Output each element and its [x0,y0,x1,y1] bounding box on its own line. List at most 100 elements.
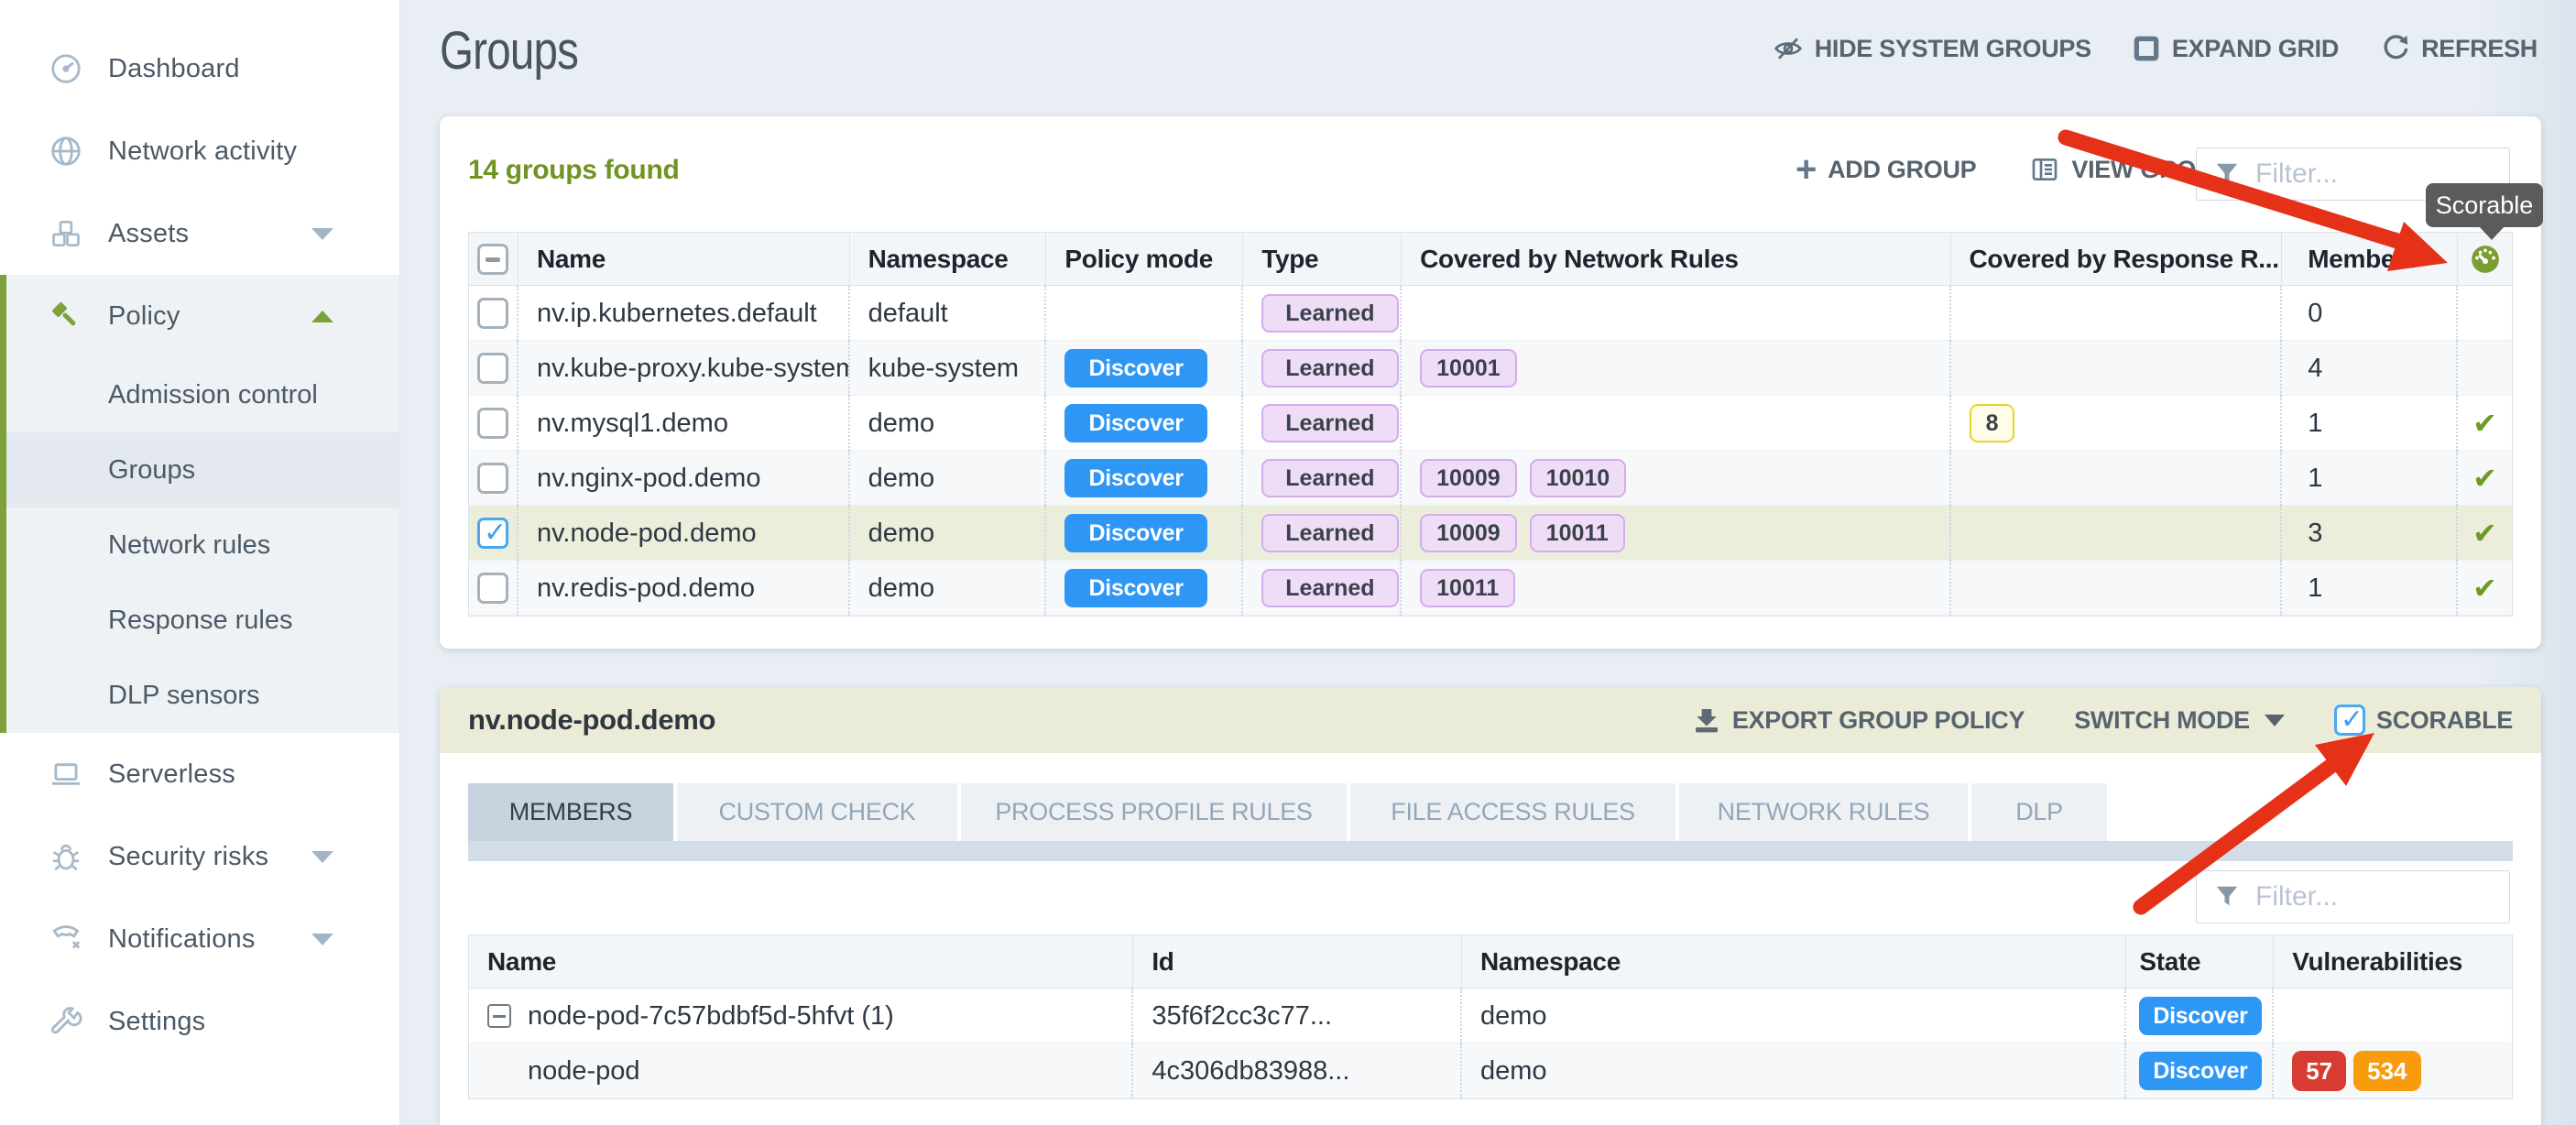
column-header-member-name[interactable]: Name [469,935,1133,988]
export-icon [1692,705,1721,735]
switch-mode-button[interactable]: SWITCH MODE [2074,706,2285,735]
sidebar-item-response-rules[interactable]: Response rules [0,583,399,658]
dashboard-icon [46,50,86,87]
members-table: Name Id Namespace State Vulnerabilities … [468,934,2513,1099]
scorable-toggle[interactable]: SCORABLE [2334,704,2513,736]
bug-icon [46,838,86,875]
column-header-name[interactable]: Name [518,233,850,285]
type-badge: Learned [1261,294,1398,333]
type-badge: Learned [1261,514,1398,552]
column-header-policy-mode[interactable]: Policy mode [1046,233,1243,285]
network-rule-badge: 10011 [1420,569,1515,607]
group-detail-header: nv.node-pod.demo EXPORT GROUP POLICY SWI… [440,687,2541,753]
groups-table: Name Namespace Policy mode Type Covered … [468,232,2513,617]
export-group-policy-button[interactable]: EXPORT GROUP POLICY [1692,705,2025,735]
column-header-member-namespace[interactable]: Namespace [1462,935,2126,988]
group-detail-panel: nv.node-pod.demo EXPORT GROUP POLICY SWI… [440,687,2541,1125]
group-row[interactable]: nv.nginx-pod.demo demo Discover Learned … [469,451,2512,506]
type-badge: Learned [1261,349,1398,388]
phone-icon [46,921,86,957]
column-header-member-id[interactable]: Id [1133,935,1462,988]
tab-members[interactable]: MEMBERS [468,783,673,841]
column-header-namespace[interactable]: Namespace [850,233,1047,285]
members-filter-input[interactable] [2255,881,2466,912]
group-row[interactable]: nv.mysql1.demo demo Discover Learned 8 1 [469,396,2512,451]
group-row[interactable]: nv.ip.kubernetes.default default Learned… [469,286,2512,341]
tab-custom-check[interactable]: CUSTOM CHECK [677,783,957,841]
row-checkbox[interactable] [477,408,508,439]
type-badge: Learned [1261,404,1398,442]
column-header-network-rules[interactable]: Covered by Network Rules [1402,233,1950,285]
network-rule-badge: 10009 [1420,459,1517,497]
column-header-vulnerabilities[interactable]: Vulnerabilities [2274,935,2512,988]
expand-grid-icon [2132,34,2161,63]
scorable-checkbox[interactable] [2334,704,2365,736]
row-checkbox-checked[interactable] [477,518,508,549]
sidebar-item-admission-control[interactable]: Admission control [0,357,399,432]
sidebar-item-label: Serverless [108,759,235,790]
vulnerability-badge-high[interactable]: 57 [2292,1051,2346,1091]
groups-table-body: nv.ip.kubernetes.default default Learned… [469,286,2512,616]
sidebar-item-network-rules[interactable]: Network rules [0,508,399,583]
hide-system-groups-button[interactable]: HIDE SYSTEM GROUPS [1773,34,2091,63]
sidebar-section-policy: Policy Admission control Groups Network … [0,275,399,733]
sidebar-item-serverless[interactable]: Serverless [0,733,399,815]
groups-actions: + ADD GROUP VIEW GROUP [1796,155,2230,184]
sidebar-item-label: Network activity [108,137,297,167]
sidebar-item-label: Settings [108,1007,205,1037]
scorable-check-icon [2472,571,2497,606]
member-row[interactable]: node-pod-7c57bdbf5d-5hfvt (1) 35f6f2cc3c… [469,988,2512,1043]
sidebar-item-label: Dashboard [108,54,240,84]
sidebar-item-policy[interactable]: Policy [0,275,399,357]
group-row-selected[interactable]: nv.node-pod.demo demo Discover Learned 1… [469,506,2512,561]
tab-network-rules[interactable]: NETWORK RULES [1679,783,1968,841]
chevron-down-icon [311,934,333,945]
row-checkbox[interactable] [477,298,508,329]
collapse-row-icon[interactable] [487,1004,511,1028]
select-all-checkbox[interactable] [477,244,508,275]
column-header-scorable[interactable] [2458,233,2512,285]
policy-mode-badge[interactable]: Discover [1064,404,1206,442]
tab-process-profile-rules[interactable]: PROCESS PROFILE RULES [961,783,1347,841]
row-checkbox[interactable] [477,353,508,384]
column-header-type[interactable]: Type [1243,233,1402,285]
cubes-icon [46,215,86,252]
members-filter [2196,870,2510,923]
policy-mode-badge[interactable]: Discover [1064,349,1206,388]
sidebar-item-security-risks[interactable]: Security risks [0,815,399,898]
group-row[interactable]: nv.redis-pod.demo demo Discover Learned … [469,561,2512,616]
member-row[interactable]: node-pod 4c306db83988... demo Discover 5… [469,1043,2512,1098]
row-checkbox[interactable] [477,573,508,604]
wrench-icon [46,1003,86,1040]
refresh-button[interactable]: REFRESH [2379,33,2538,64]
sidebar-item-assets[interactable]: Assets [0,192,399,275]
sidebar-item-groups[interactable]: Groups [0,432,399,508]
group-row[interactable]: nv.kube-proxy.kube-system kube-system Di… [469,341,2512,396]
add-group-button[interactable]: + ADD GROUP [1796,156,1976,184]
column-header-member-state[interactable]: State [2126,935,2274,988]
type-badge: Learned [1261,569,1398,607]
sidebar-item-notifications[interactable]: Notifications [0,898,399,980]
sidebar-item-network-activity[interactable]: Network activity [0,110,399,192]
network-rule-badge: 10009 [1420,514,1517,552]
sidebar-item-dashboard[interactable]: Dashboard [0,27,399,110]
sidebar-item-dlp-sensors[interactable]: DLP sensors [0,658,399,733]
row-checkbox[interactable] [477,463,508,494]
policy-mode-badge[interactable]: Discover [1064,569,1206,607]
sidebar-item-settings[interactable]: Settings [0,980,399,1063]
eye-off-icon [1773,34,1804,63]
chevron-down-icon [311,228,333,240]
policy-mode-badge[interactable]: Discover [1064,459,1206,497]
view-group-icon [2029,155,2060,184]
vulnerability-badge-medium[interactable]: 534 [2353,1051,2420,1091]
column-header-response-rules[interactable]: Covered by Response R... [1951,233,2283,285]
expand-grid-button[interactable]: EXPAND GRID [2132,34,2339,63]
column-header-members[interactable]: Members [2282,233,2458,285]
scorable-check-icon [2472,461,2497,496]
tab-file-access-rules[interactable]: FILE ACCESS RULES [1350,783,1675,841]
policy-mode-badge[interactable]: Discover [1064,514,1206,552]
plus-icon: + [1796,156,1817,183]
tab-dlp[interactable]: DLP [1971,783,2107,841]
network-rule-badge: 10011 [1530,514,1625,552]
state-badge: Discover [2139,997,2261,1035]
